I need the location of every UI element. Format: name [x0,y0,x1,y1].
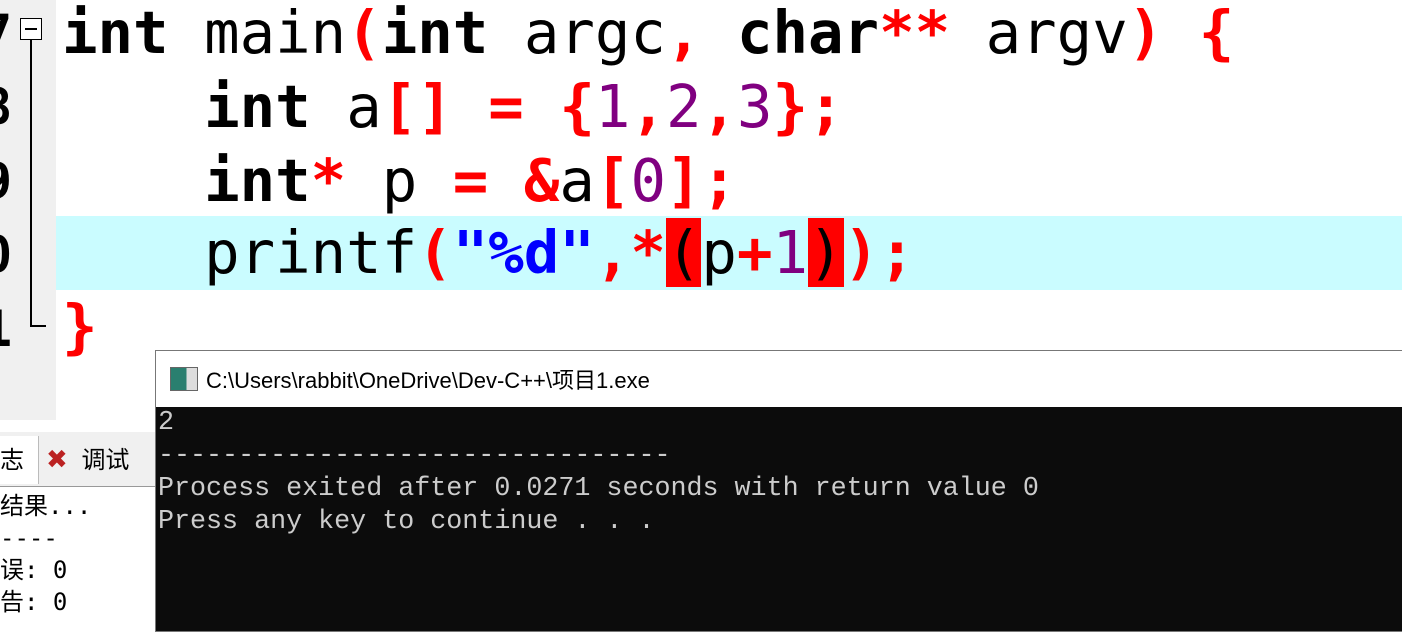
console-window[interactable]: C:\Users\rabbit\OneDrive\Dev-C++\项目1.exe… [155,350,1402,632]
code-token: { [1198,0,1235,67]
code-token: ]; [665,146,738,215]
compile-log: 结果... ---- 误: 0 告: 0 [0,490,91,618]
tab-log[interactable]: 志 [0,436,39,484]
panel-tabs: 志 ✖ 调试 [0,432,160,487]
output-line: -------------------------------- [158,441,671,471]
console-title-bar[interactable]: C:\Users\rabbit\OneDrive\Dev-C++\项目1.exe [156,351,1402,407]
code-token: argv [950,0,1128,67]
code-token: = [488,72,524,141]
line-number: 8 [0,78,12,136]
code-token: + [736,218,773,287]
code-token: ); [843,218,915,287]
fold-collapse-icon[interactable] [20,18,42,40]
code-token: }; [772,72,844,141]
tab-debug[interactable]: ✖ 调试 [46,436,156,484]
code-token: 2 [665,72,702,141]
code-token: 1 [594,72,631,141]
code-token: [ [594,146,631,215]
log-line: 结果... [0,492,92,520]
code-token: 0 [630,146,666,215]
log-line: ---- [0,524,58,552]
fold-line [30,40,32,326]
code-line[interactable]: int main(int argc, char** argv) { [56,0,1402,70]
code-token: 1 [772,218,809,287]
output-line: Process exited after 0.0271 seconds with… [158,474,1039,504]
debug-icon: ✖ [46,445,68,475]
code-token: char [736,0,880,67]
line-number: 0 [0,226,12,284]
fold-end [30,325,46,327]
code-line[interactable]: int* p = &a[0]; [56,144,1402,218]
code-token: , [665,0,702,67]
code-token: argc [488,0,666,67]
code-token: a [310,72,382,141]
code-token: p [346,146,453,215]
log-line: 误: 0 [0,556,68,584]
line-number: 7 [0,4,12,62]
code-token: = [452,146,489,215]
code-line-current[interactable]: printf("%d",*(p+1)); [56,216,1402,290]
matched-bracket: ) [808,218,844,287]
code-token: main [168,0,347,67]
code-token: ) [1127,0,1164,67]
code-token: "%d" [452,218,595,287]
output-line: 2 [158,408,175,438]
tab-debug-label: 调试 [81,446,130,474]
console-output: 2 -------------------------------- Process… [156,407,1402,539]
code-token: , [701,72,738,141]
code-token: int [381,0,489,67]
code-token: } [62,292,98,361]
log-line: 告: 0 [0,588,68,616]
code-token: printf [62,218,418,287]
line-number-gutter: 7 8 9 0 1 [0,0,56,420]
console-app-icon [170,367,198,391]
bottom-panel: 志 ✖ 调试 结果... ---- 误: 0 告: 0 [0,420,160,624]
matched-bracket: ( [665,218,702,287]
code-token: ( [346,0,382,67]
code-token: , [630,72,666,141]
line-number: 1 [0,300,12,358]
line-number: 9 [0,152,12,210]
output-line: Press any key to continue . . . [158,507,655,537]
code-token: int [204,72,311,141]
code-token: * [310,146,347,215]
code-token: ( [417,218,453,287]
code-token: { [559,72,595,141]
code-token: int [62,0,169,67]
code-token: ,* [594,218,666,287]
code-token: [] [381,72,453,141]
console-title: C:\Users\rabbit\OneDrive\Dev-C++\项目1.exe [206,368,650,393]
code-token: a [559,146,595,215]
code-token: 3 [737,72,773,141]
code-line[interactable]: int a[] = {1,2,3}; [56,70,1402,144]
code-token: p [701,218,737,287]
code-token: ** [879,0,951,67]
code-token: int [204,146,311,215]
code-token: & [523,146,560,215]
